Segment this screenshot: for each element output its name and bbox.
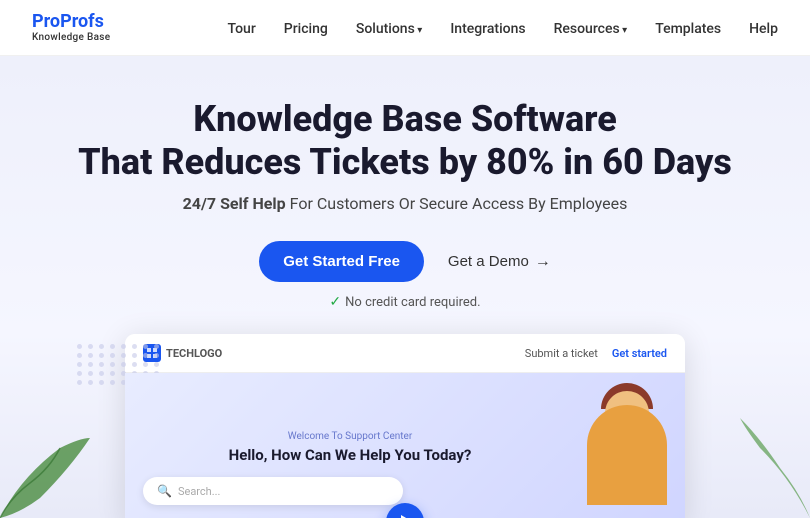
hero-subtitle: 24/7 Self Help For Customers Or Secure A…: [20, 194, 790, 213]
mockup-welcome: Welcome To Support Center: [143, 431, 557, 442]
nav-link-help[interactable]: Help: [749, 21, 778, 37]
get-started-button[interactable]: Get Started Free: [259, 241, 424, 282]
nav-item-pricing[interactable]: Pricing: [284, 18, 328, 37]
nav-item-integrations[interactable]: Integrations: [450, 18, 525, 37]
demo-label: Get a Demo: [448, 253, 529, 270]
hero-heading-line2: That Reduces Tickets by 80% in 60 Days: [20, 141, 790, 184]
logo-brand: ProProfs: [32, 12, 110, 32]
logo-pro: Pro: [32, 11, 60, 32]
nav-link-templates[interactable]: Templates: [655, 21, 721, 37]
hero-subtitle-bold: 24/7 Self Help: [183, 194, 286, 213]
nav-link-solutions[interactable]: Solutions: [356, 21, 422, 37]
mockup-hero: Welcome To Support Center Hello, How Can…: [125, 373, 685, 518]
play-button[interactable]: [386, 503, 424, 518]
nav-links: Tour Pricing Solutions Integrations Reso…: [228, 18, 778, 37]
mockup-search-bar[interactable]: 🔍 Search...: [143, 477, 403, 505]
demo-arrow-icon: →: [535, 253, 551, 271]
cta-group: Get Started Free Get a Demo →: [20, 241, 790, 282]
logo-text: ProProfs Knowledge Base: [32, 12, 110, 43]
nav-link-integrations[interactable]: Integrations: [450, 21, 525, 37]
nav-item-tour[interactable]: Tour: [228, 18, 256, 37]
check-icon: ✓: [329, 294, 341, 310]
no-credit-card: ✓ No credit card required.: [20, 294, 790, 310]
preview-container: (function() { const container = document…: [125, 334, 685, 518]
get-demo-button[interactable]: Get a Demo →: [448, 253, 551, 271]
nav-item-solutions[interactable]: Solutions: [356, 18, 422, 37]
navbar: ProProfs Knowledge Base Tour Pricing Sol…: [0, 0, 810, 56]
mockup-heading: Hello, How Can We Help You Today?: [143, 446, 557, 466]
nav-item-templates[interactable]: Templates: [655, 18, 721, 37]
mockup-search-icon: 🔍: [157, 484, 172, 498]
logo-subtitle: Knowledge Base: [32, 32, 110, 43]
nav-link-tour[interactable]: Tour: [228, 21, 256, 37]
mockup-submit-ticket: Submit a ticket: [525, 347, 598, 360]
person-body: [587, 405, 667, 505]
nav-item-help[interactable]: Help: [749, 18, 778, 37]
mockup-card: TECHLOGO Submit a ticket Get started Wel…: [125, 334, 685, 518]
hero-heading-line1: Knowledge Base Software: [20, 98, 790, 141]
hero-subtitle-rest: For Customers Or Secure Access By Employ…: [286, 194, 628, 213]
mockup-get-started: Get started: [612, 347, 667, 360]
mockup-search-placeholder: Search...: [178, 485, 221, 498]
no-cc-text: No credit card required.: [345, 295, 480, 310]
hero-section: Knowledge Base Software That Reduces Tic…: [0, 56, 810, 518]
mockup-topbar: TECHLOGO Submit a ticket Get started: [125, 334, 685, 373]
logo-profs: Profs: [60, 11, 104, 32]
nav-item-resources[interactable]: Resources: [554, 18, 628, 37]
hero-heading: Knowledge Base Software That Reduces Tic…: [20, 98, 790, 184]
nav-link-pricing[interactable]: Pricing: [284, 21, 328, 37]
mockup-person-illustration: [577, 395, 667, 505]
leaf-left-decoration: [0, 438, 90, 518]
logo[interactable]: ProProfs Knowledge Base: [32, 12, 110, 43]
leaf-right-decoration: [740, 418, 810, 518]
nav-link-resources[interactable]: Resources: [554, 21, 628, 37]
mockup-logo-text: TECHLOGO: [166, 347, 222, 360]
mockup-hero-text: Welcome To Support Center Hello, How Can…: [143, 431, 577, 506]
mockup-nav: Submit a ticket Get started: [525, 347, 667, 360]
